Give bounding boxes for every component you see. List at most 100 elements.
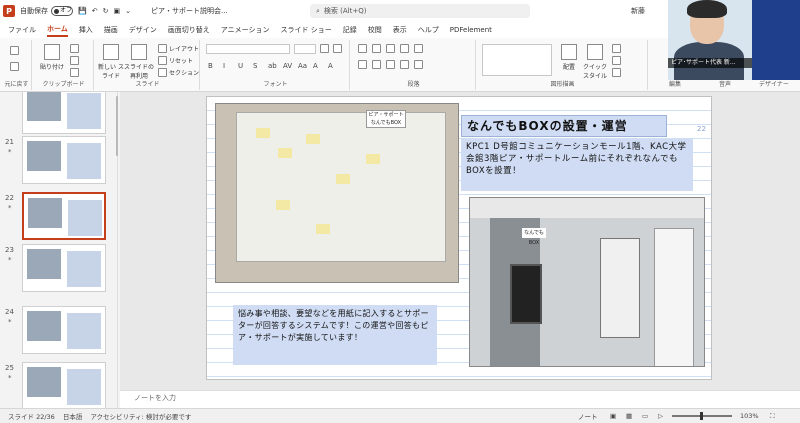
format-button-8[interactable]: A bbox=[328, 62, 333, 70]
font-group-label: フォント bbox=[263, 81, 288, 88]
normal-view-icon[interactable]: ▣ bbox=[610, 412, 616, 420]
font-size-select[interactable] bbox=[294, 44, 316, 54]
zoom-slider[interactable] bbox=[672, 412, 732, 420]
slide-body-top[interactable]: KPC1 D号館コミュニケーションモール1階、KAC大学会館3階ピア・サポートル… bbox=[461, 139, 693, 191]
user-name[interactable]: 新藤 bbox=[631, 6, 645, 16]
zoom-slider-thumb[interactable] bbox=[700, 412, 703, 420]
new-slide-button[interactable]: 新しい スライド bbox=[98, 44, 124, 80]
tab-11[interactable]: ヘルプ bbox=[418, 25, 439, 35]
columns-button[interactable] bbox=[414, 60, 425, 69]
slide-sorter-icon[interactable]: ▦ bbox=[626, 412, 632, 420]
align-center-button[interactable] bbox=[372, 60, 383, 69]
tab-1[interactable]: ホーム bbox=[47, 24, 68, 37]
align-left-button[interactable] bbox=[358, 60, 369, 69]
save-icon[interactable]: 💾 bbox=[78, 7, 87, 15]
tab-7[interactable]: スライド ショー bbox=[281, 25, 332, 35]
increase-indent-button[interactable] bbox=[400, 44, 411, 53]
video-call-overlay[interactable]: ピア･サポート代表 新... bbox=[668, 0, 800, 80]
quick-styles-button[interactable]: クイック スタイル bbox=[582, 44, 608, 80]
slide-thumbnail[interactable] bbox=[22, 92, 106, 134]
tab-9[interactable]: 校閲 bbox=[368, 25, 382, 35]
autosave-toggle[interactable]: オフ bbox=[51, 6, 73, 16]
sticky-note bbox=[336, 174, 350, 184]
slide-title[interactable]: なんでもBOXの設置・運営 bbox=[461, 115, 667, 137]
align-right-button[interactable] bbox=[386, 60, 397, 69]
tab-5[interactable]: 画面切り替え bbox=[168, 25, 210, 35]
document-title[interactable]: ピア・サポート説明会... bbox=[151, 6, 228, 16]
shape-outline-button[interactable] bbox=[612, 56, 623, 65]
line-spacing-button[interactable] bbox=[414, 44, 425, 53]
photo-box-location[interactable]: なんでもBOX bbox=[469, 197, 705, 367]
slideshow-icon[interactable]: ▷ bbox=[658, 412, 663, 420]
shapes-gallery[interactable] bbox=[482, 44, 552, 76]
zoom-percent[interactable]: 103% bbox=[740, 412, 759, 420]
present-icon[interactable]: ▣ bbox=[113, 7, 120, 15]
cut-button[interactable] bbox=[70, 44, 81, 53]
paste-button[interactable]: 貼り付け bbox=[40, 44, 64, 71]
font-name-select[interactable] bbox=[206, 44, 290, 54]
current-slide[interactable]: ピア・サポート なんでもBOX なんでもBOXの設置・運営 22 KPC1 D号… bbox=[206, 96, 712, 380]
reuse-slides-icon bbox=[131, 44, 147, 60]
slide-thumbnail[interactable] bbox=[22, 244, 106, 292]
slide-thumbnail-panel[interactable]: 21 * 22 * 23 * 24 * 25 * bbox=[0, 92, 118, 408]
reading-view-icon[interactable]: ▭ bbox=[642, 412, 648, 420]
notes-toggle-button[interactable]: ノート bbox=[578, 411, 598, 421]
ribbon-tabs: ファイル ホーム 挿入 描画 デザイン 画面切り替え アニメーション スライド ショー 記録 校閲… bbox=[0, 22, 680, 38]
decrease-indent-button[interactable] bbox=[386, 44, 397, 53]
shape-outline-icon bbox=[612, 56, 621, 65]
tab-0[interactable]: ファイル bbox=[8, 25, 36, 35]
format-button-6[interactable]: Aa bbox=[298, 62, 307, 70]
redo-button[interactable] bbox=[10, 62, 21, 71]
format-button-2[interactable]: U bbox=[238, 62, 243, 70]
format-button-3[interactable]: S bbox=[253, 62, 257, 70]
copy-button[interactable] bbox=[70, 56, 81, 65]
numbering-button[interactable] bbox=[372, 44, 383, 53]
layout-button[interactable]: レイアウト bbox=[158, 44, 199, 53]
tab-12[interactable]: PDFelement bbox=[450, 26, 492, 34]
arrange-button[interactable]: 配置 bbox=[558, 44, 580, 71]
language-indicator[interactable]: 日本語 bbox=[63, 411, 83, 421]
photo-bulletin-board[interactable]: ピア・サポート なんでもBOX bbox=[215, 103, 459, 283]
shrink-font-button[interactable] bbox=[333, 44, 344, 53]
participant-hair bbox=[687, 0, 727, 18]
slide-thumbnail[interactable] bbox=[22, 362, 106, 408]
format-button-4[interactable]: ab bbox=[268, 62, 277, 70]
tab-10[interactable]: 表示 bbox=[393, 25, 407, 35]
search-input[interactable]: ⌕ 検索 (Alt+Q) bbox=[310, 4, 530, 18]
tab-8[interactable]: 記録 bbox=[343, 25, 357, 35]
section-button[interactable]: セクション bbox=[158, 68, 199, 77]
redo-icon[interactable]: ↻ bbox=[103, 7, 109, 15]
tab-3[interactable]: 描画 bbox=[104, 25, 118, 35]
bullets-button[interactable] bbox=[358, 44, 369, 53]
thumbnail-text bbox=[67, 93, 101, 129]
thumbnail-scrollbar[interactable] bbox=[116, 96, 118, 156]
justify-button[interactable] bbox=[400, 60, 411, 69]
grow-font-button[interactable] bbox=[320, 44, 331, 53]
slide-thumbnail[interactable] bbox=[22, 136, 106, 184]
undo-icon[interactable]: ↶ bbox=[92, 7, 98, 15]
accessibility-checker[interactable]: アクセシビリティ: 検討が必要です bbox=[90, 411, 191, 421]
slide-body-bottom[interactable]: 悩み事や相談、要望などを用紙に記入するとサポーターが回答するシステムです！この運… bbox=[233, 305, 437, 365]
reset-icon bbox=[158, 56, 167, 65]
fit-slide-icon[interactable]: ⛶ bbox=[770, 412, 775, 421]
tab-4[interactable]: デザイン bbox=[129, 25, 157, 35]
notes-pane[interactable]: ノートを入力 bbox=[120, 390, 800, 408]
undo-button[interactable] bbox=[10, 46, 21, 55]
font-group: B I U Sab AV Aa A A フォント bbox=[202, 40, 350, 90]
shape-fill-button[interactable] bbox=[612, 44, 623, 53]
format-painter-button[interactable] bbox=[70, 68, 81, 77]
thumbnail-text bbox=[68, 200, 102, 236]
format-button-7[interactable]: A bbox=[313, 62, 318, 70]
reset-button[interactable]: リセット bbox=[158, 56, 193, 65]
participant-caption: ピア･サポート代表 新... bbox=[668, 58, 752, 68]
format-button-1[interactable]: I bbox=[223, 62, 225, 70]
tab-2[interactable]: 挿入 bbox=[79, 25, 93, 35]
qat-more-icon[interactable]: ⌄ bbox=[125, 7, 131, 15]
reuse-slides-button[interactable]: スライドの 再利用 bbox=[124, 44, 154, 80]
slide-thumbnail[interactable] bbox=[22, 192, 106, 240]
shape-effects-button[interactable] bbox=[612, 68, 623, 77]
format-button-5[interactable]: AV bbox=[283, 62, 292, 70]
format-button-0[interactable]: B bbox=[208, 62, 213, 70]
tab-6[interactable]: アニメーション bbox=[221, 25, 270, 35]
slide-thumbnail[interactable] bbox=[22, 306, 106, 354]
